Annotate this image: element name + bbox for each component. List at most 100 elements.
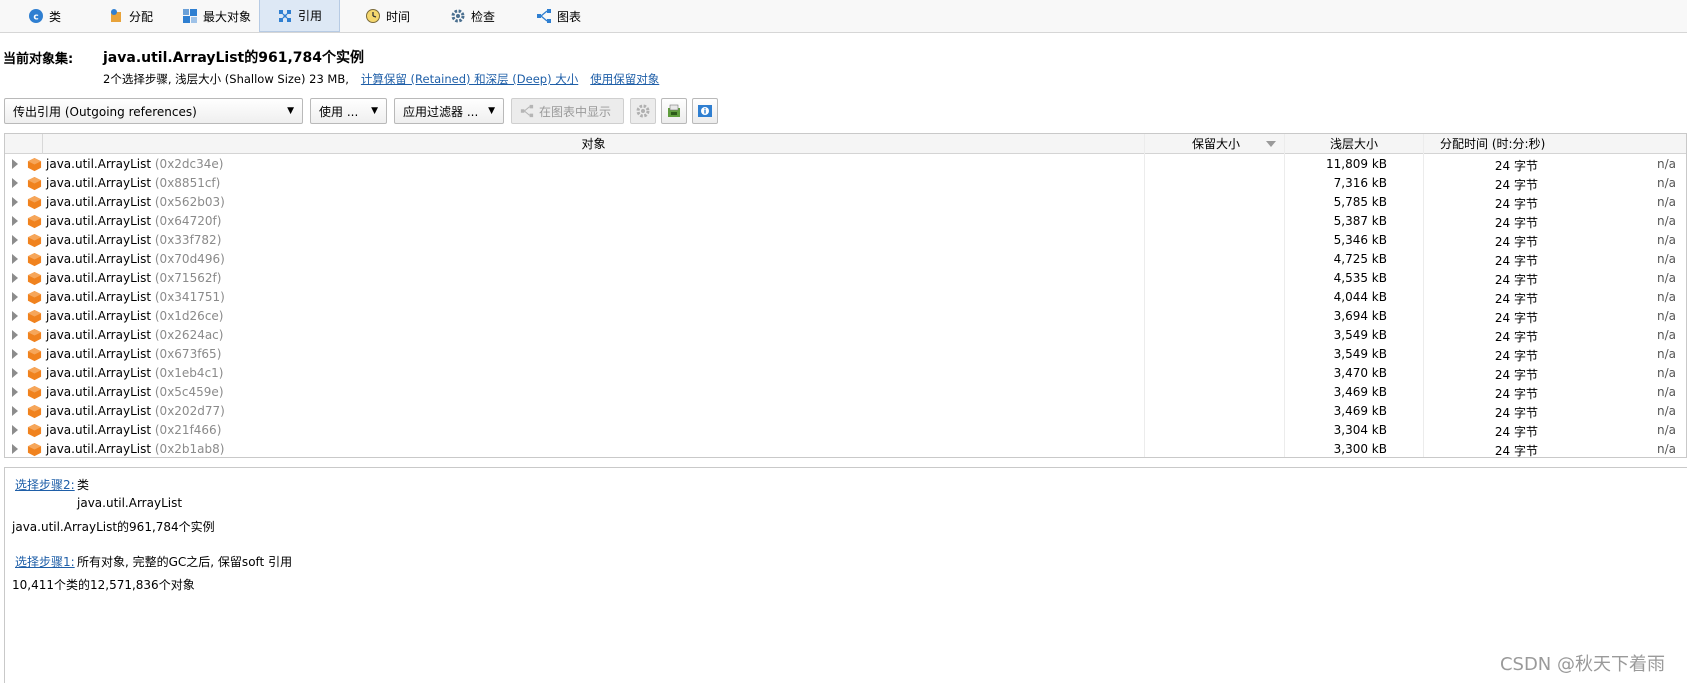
table-row[interactable]: java.util.ArrayList (0x341751) 4,044 kB 24… (5, 288, 1686, 307)
table-row[interactable]: java.util.ArrayList (0x21f466) 3,304 kB 24… (5, 421, 1686, 440)
expand-arrow-icon[interactable] (12, 330, 18, 340)
column-header-retained-size[interactable]: 保留大小 (1144, 134, 1284, 154)
show-in-graph-label: 在图表中显示 (539, 104, 612, 119)
tab-inspections[interactable]: 检查 (440, 0, 505, 32)
shallow-size: 24 字节 (1494, 254, 1538, 268)
chevron-down-icon: ▼ (488, 106, 495, 116)
selection-step-2-link[interactable]: 选择步骤2: (15, 476, 75, 493)
apply-filter-button[interactable]: 应用过滤器 ... ▼ (394, 98, 504, 124)
tab-references[interactable]: 引用 (259, 0, 340, 32)
column-header-object[interactable]: 对象 (42, 134, 1144, 154)
object-name: java.util.ArrayList (0x64720f) (46, 214, 221, 228)
expand-arrow-icon[interactable] (12, 425, 18, 435)
help-button[interactable] (692, 98, 718, 124)
tab-time[interactable]: 时间 (355, 0, 420, 32)
retained-size: 5,785 kB (1333, 195, 1387, 209)
table-row[interactable]: java.util.ArrayList (0x64720f) 5,387 kB 24… (5, 212, 1686, 231)
apply-filter-label: 应用过滤器 ... (403, 104, 479, 119)
column-header-shallow-size[interactable]: 浅层大小 (1284, 134, 1423, 154)
table-row[interactable]: java.util.ArrayList (0x70d496) 4,725 kB 24… (5, 250, 1686, 269)
object-address: (0x5c459e) (154, 385, 224, 399)
selection-steps-panel: 选择步骤2: 类 java.util.ArrayList java.util.A… (4, 467, 1687, 683)
tab-graph[interactable]: 图表 (526, 0, 591, 32)
selection-step-1-link[interactable]: 选择步骤1: (15, 553, 75, 570)
expand-arrow-icon[interactable] (12, 254, 18, 264)
table-row[interactable]: java.util.ArrayList (0x673f65) 3,549 kB 24… (5, 345, 1686, 364)
table-row[interactable]: java.util.ArrayList (0x562b03) 5,785 kB 24… (5, 193, 1686, 212)
object-address: (0x562b03) (154, 195, 225, 209)
object-class: java.util.ArrayList (46, 423, 152, 437)
class-icon: c (29, 9, 43, 23)
allocation-time: n/a (1656, 385, 1676, 399)
expand-arrow-icon[interactable] (12, 235, 18, 245)
tab-label: 图表 (557, 9, 582, 24)
object-instance-icon (27, 157, 42, 172)
object-name: java.util.ArrayList (0x202d77) (46, 404, 225, 418)
table-row[interactable]: java.util.ArrayList (0x8851cf) 7,316 kB 24… (5, 174, 1686, 193)
tab-bar: c 类 分配 最大对象 引用 时间 检查 图表 (0, 0, 1687, 33)
view-select-value: 传出引用 (Outgoing references) (13, 104, 197, 119)
allocation-time: n/a (1656, 271, 1676, 285)
expand-arrow-icon[interactable] (12, 273, 18, 283)
table-row[interactable]: java.util.ArrayList (0x2dc34e) 11,809 kB 2… (5, 155, 1686, 174)
object-address: (0x673f65) (154, 347, 222, 361)
allocation-time: n/a (1656, 157, 1676, 171)
settings-button[interactable] (630, 98, 656, 124)
table-row[interactable]: java.util.ArrayList (0x2b1ab8) 3,300 kB 24… (5, 440, 1686, 457)
table-header: 对象 保留大小 浅层大小 分配时间 (时:分:秒) (5, 134, 1686, 154)
svg-text:c: c (33, 13, 38, 23)
expand-arrow-icon[interactable] (12, 368, 18, 378)
object-class: java.util.ArrayList (46, 252, 152, 266)
table-row[interactable]: java.util.ArrayList (0x5c459e) 3,469 kB 24… (5, 383, 1686, 402)
allocation-time: n/a (1656, 423, 1676, 437)
tab-biggest-objects[interactable]: 最大对象 (172, 0, 261, 32)
expand-arrow-icon[interactable] (12, 444, 18, 454)
compute-retained-link[interactable]: 计算保留 (Retained) 和深层 (Deep) 大小 (361, 71, 578, 87)
tab-allocations[interactable]: 分配 (98, 0, 163, 32)
object-instance-icon (27, 195, 42, 210)
object-class: java.util.ArrayList (46, 271, 152, 285)
expand-arrow-icon[interactable] (12, 406, 18, 416)
object-name: java.util.ArrayList (0x21f466) (46, 423, 221, 437)
page-title: java.util.ArrayList的961,784个实例 (103, 50, 365, 66)
object-name: java.util.ArrayList (0x562b03) (46, 195, 225, 209)
retained-size: 3,470 kB (1333, 366, 1387, 380)
shallow-size: 24 字节 (1494, 311, 1538, 325)
shallow-size: 24 字节 (1494, 235, 1538, 249)
object-name: java.util.ArrayList (0x341751) (46, 290, 225, 304)
retained-size: 3,469 kB (1333, 385, 1387, 399)
column-header-allocation-time[interactable]: 分配时间 (时:分:秒) (1423, 134, 1686, 154)
object-instance-icon (27, 290, 42, 305)
table-row[interactable]: java.util.ArrayList (0x2624ac) 3,549 kB 24… (5, 326, 1686, 345)
expand-arrow-icon[interactable] (12, 178, 18, 188)
expand-arrow-icon[interactable] (12, 197, 18, 207)
retained-size: 7,316 kB (1333, 176, 1387, 190)
object-instance-icon (27, 214, 42, 229)
object-instance-icon (27, 442, 42, 457)
export-button[interactable] (661, 98, 687, 124)
table-row[interactable]: java.util.ArrayList (0x33f782) 5,346 kB 24… (5, 231, 1686, 250)
export-icon (668, 104, 680, 117)
expand-arrow-icon[interactable] (12, 216, 18, 226)
table-row[interactable]: java.util.ArrayList (0x1d26ce) 3,694 kB 24… (5, 307, 1686, 326)
object-name: java.util.ArrayList (0x2b1ab8) (46, 442, 224, 456)
expand-arrow-icon[interactable] (12, 311, 18, 321)
object-instance-icon (27, 252, 42, 267)
expand-arrow-icon[interactable] (12, 292, 18, 302)
retained-size: 3,694 kB (1333, 309, 1387, 323)
tab-classes[interactable]: c 类 (18, 0, 71, 32)
use-retained-objects-link[interactable]: 使用保留对象 (590, 71, 659, 87)
object-class: java.util.ArrayList (46, 366, 152, 380)
table-row[interactable]: java.util.ArrayList (0x202d77) 3,469 kB 24… (5, 402, 1686, 421)
allocation-time: n/a (1656, 328, 1676, 342)
use-button[interactable]: 使用 ... ▼ (310, 98, 387, 124)
expand-arrow-icon[interactable] (12, 159, 18, 169)
table-row[interactable]: java.util.ArrayList (0x1eb4c1) 3,470 kB 24… (5, 364, 1686, 383)
table-row[interactable]: java.util.ArrayList (0x71562f) 4,535 kB 24… (5, 269, 1686, 288)
expand-arrow-icon[interactable] (12, 387, 18, 397)
show-in-graph-button[interactable]: 在图表中显示 (511, 98, 624, 124)
column-divider (1284, 134, 1285, 457)
watermark: CSDN @秋天下着雨 (1499, 654, 1665, 675)
expand-arrow-icon[interactable] (12, 349, 18, 359)
view-select[interactable]: 传出引用 (Outgoing references) ▼ (4, 98, 303, 124)
